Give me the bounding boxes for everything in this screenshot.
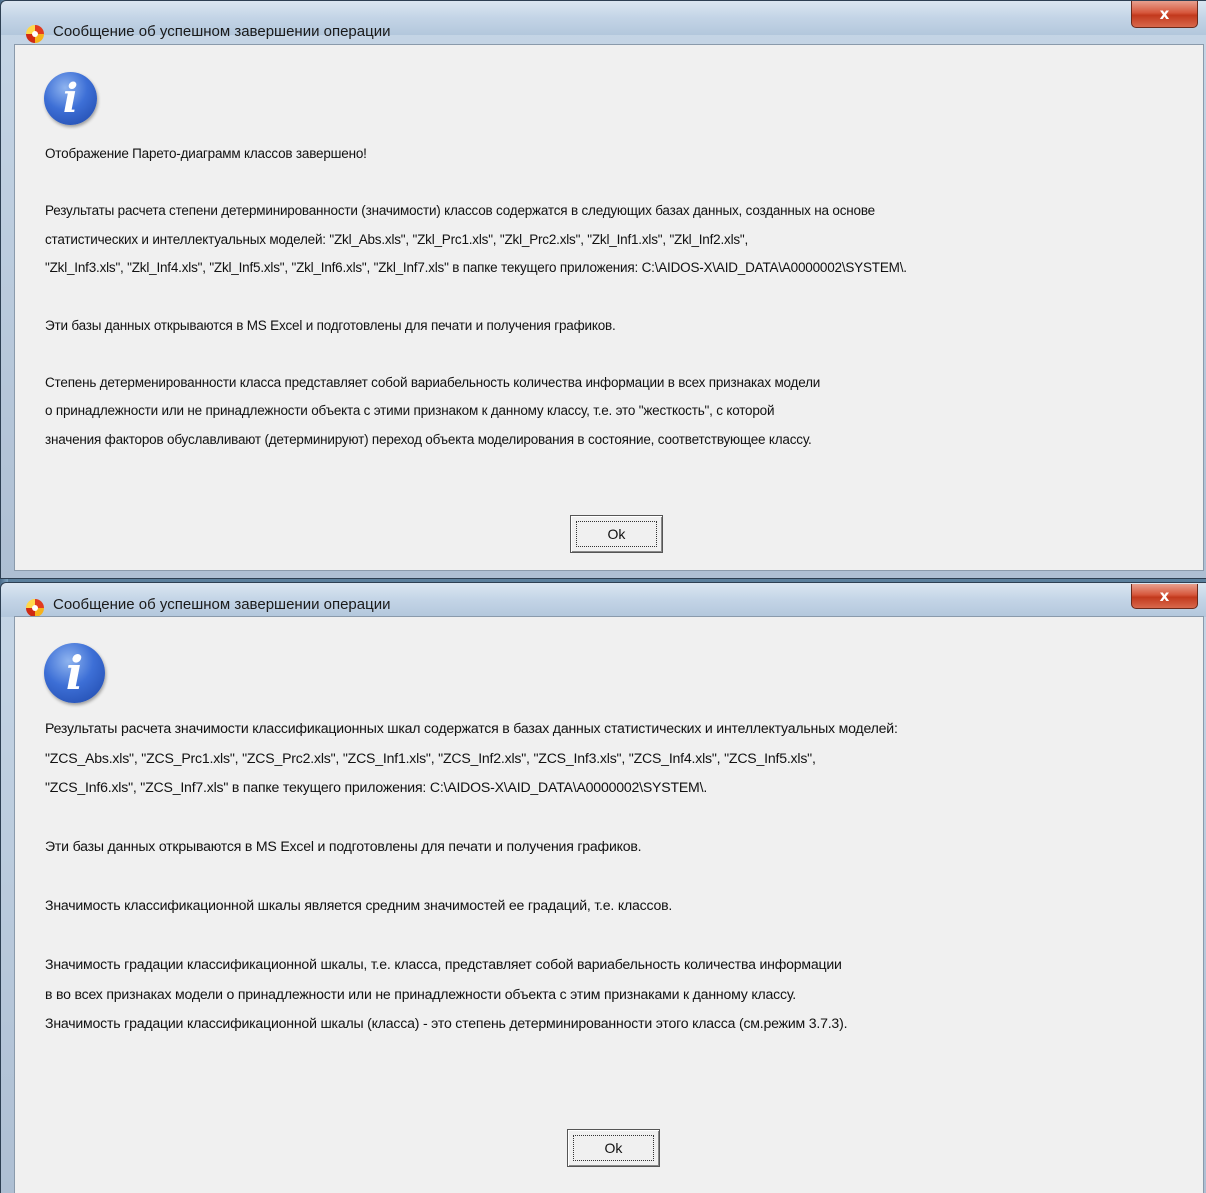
message-line: статистических и интеллектуальных моделе… (45, 231, 749, 247)
message-line: Значимость градации классификационной шк… (45, 956, 842, 972)
message-line: Результаты расчета степени детерминирова… (45, 203, 875, 219)
app-icon (26, 25, 44, 43)
message-paragraph: Значимость классификационной шкалы являе… (45, 891, 1195, 921)
close-button[interactable]: x (1131, 1, 1198, 28)
dialog-body: i Результаты расчета значимости классифи… (14, 616, 1204, 1193)
message-line: "ZCS_Inf6.xls", "ZCS_Inf7.xls" в папке т… (45, 779, 708, 795)
message-paragraph: Эти базы данных открываются в MS Excel и… (45, 312, 1195, 341)
message-line: Степень детерменированности класса предс… (45, 374, 821, 390)
dialog-body: i Отображение Парето-диаграмм классов за… (14, 44, 1204, 571)
dialog-pareto-complete: Сообщение об успешном завершении операци… (0, 0, 1206, 579)
close-button[interactable]: x (1131, 584, 1198, 609)
message-line: Результаты расчета значимости классифика… (45, 720, 898, 736)
message-line: о принадлежности или не принадлежности о… (45, 403, 775, 419)
message-line: Значимость градации классификационной шк… (45, 1015, 848, 1031)
message-text: Результаты расчета значимости классифика… (45, 714, 1195, 1068)
ok-button-label: Ok (604, 1140, 623, 1156)
ok-button[interactable]: Ok (567, 1129, 660, 1167)
message-paragraph: Значимость градации классификационной шк… (45, 950, 1195, 1039)
message-text: Отображение Парето-диаграмм классов заве… (45, 140, 1195, 483)
ok-button-label: Ok (607, 526, 626, 542)
app-icon (26, 599, 44, 617)
info-icon: i (44, 72, 97, 125)
message-line: "Zkl_Inf3.xls", "Zkl_Inf4.xls", "Zkl_Inf… (45, 260, 907, 276)
title-bar[interactable]: Сообщение об успешном завершении операци… (1, 583, 1206, 617)
window-title: Сообщение об успешном завершении операци… (53, 596, 391, 613)
title-bar[interactable]: Сообщение об успешном завершении операци… (1, 1, 1206, 43)
message-paragraph: Степень детерменированности класса предс… (45, 369, 1195, 455)
ok-button[interactable]: Ok (570, 515, 663, 553)
message-line: Эти базы данных открываются в MS Excel и… (45, 317, 616, 333)
message-paragraph: Результаты расчета степени детерминирова… (45, 197, 1195, 283)
message-line: "ZCS_Abs.xls", "ZCS_Prc1.xls", "ZCS_Prc2… (45, 749, 816, 766)
close-icon: x (1159, 5, 1170, 23)
window-title: Сообщение об успешном завершении операци… (53, 23, 391, 40)
message-line: Значимость классификационной шкалы являе… (45, 897, 673, 913)
message-line: Отображение Парето-диаграмм классов заве… (45, 146, 367, 161)
dialog-scales-complete: Сообщение об успешном завершении операци… (0, 582, 1206, 1193)
message-line: Эти базы данных открываются в MS Excel и… (45, 838, 642, 854)
message-paragraph: Отображение Парето-диаграмм классов заве… (45, 140, 1195, 169)
message-line: значения факторов обуславливают (детерми… (45, 431, 812, 447)
message-paragraph: Эти базы данных открываются в MS Excel и… (45, 832, 1195, 862)
message-line: в во всех признаках модели о принадлежно… (45, 985, 796, 1002)
info-icon: i (44, 643, 105, 703)
message-paragraph: Результаты расчета значимости классифика… (45, 714, 1195, 803)
close-icon: x (1159, 587, 1170, 605)
